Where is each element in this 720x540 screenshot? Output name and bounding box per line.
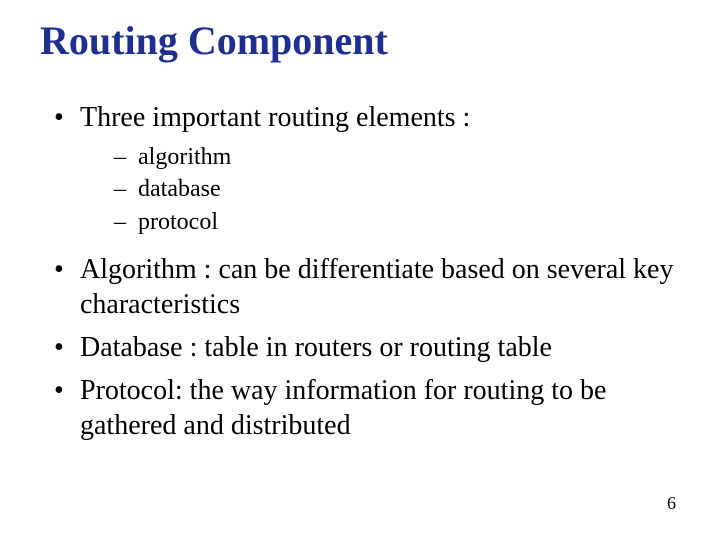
- sub-bullet-text: algorithm: [138, 144, 231, 170]
- bullet-text: Protocol: the way information for routin…: [80, 375, 606, 441]
- sub-bullet-text: protocol: [138, 209, 218, 235]
- slide: Routing Component Three important routin…: [0, 0, 720, 540]
- bullet-item: Algorithm : can be differentiate based o…: [54, 252, 680, 322]
- sub-bullet-item: algorithm: [114, 141, 680, 173]
- page-number: 6: [667, 493, 676, 514]
- bullet-item: Three important routing elements : algor…: [54, 100, 680, 238]
- bullet-list: Three important routing elements : algor…: [40, 100, 680, 443]
- bullet-text: Algorithm : can be differentiate based o…: [80, 254, 673, 320]
- sub-bullet-list: algorithm database protocol: [80, 141, 680, 238]
- sub-bullet-text: database: [138, 176, 221, 202]
- sub-bullet-item: protocol: [114, 206, 680, 238]
- bullet-text: Three important routing elements :: [80, 102, 470, 133]
- slide-title: Routing Component: [40, 18, 680, 64]
- bullet-item: Database : table in routers or routing t…: [54, 330, 680, 365]
- bullet-item: Protocol: the way information for routin…: [54, 373, 680, 443]
- sub-bullet-item: database: [114, 173, 680, 205]
- bullet-text: Database : table in routers or routing t…: [80, 332, 552, 363]
